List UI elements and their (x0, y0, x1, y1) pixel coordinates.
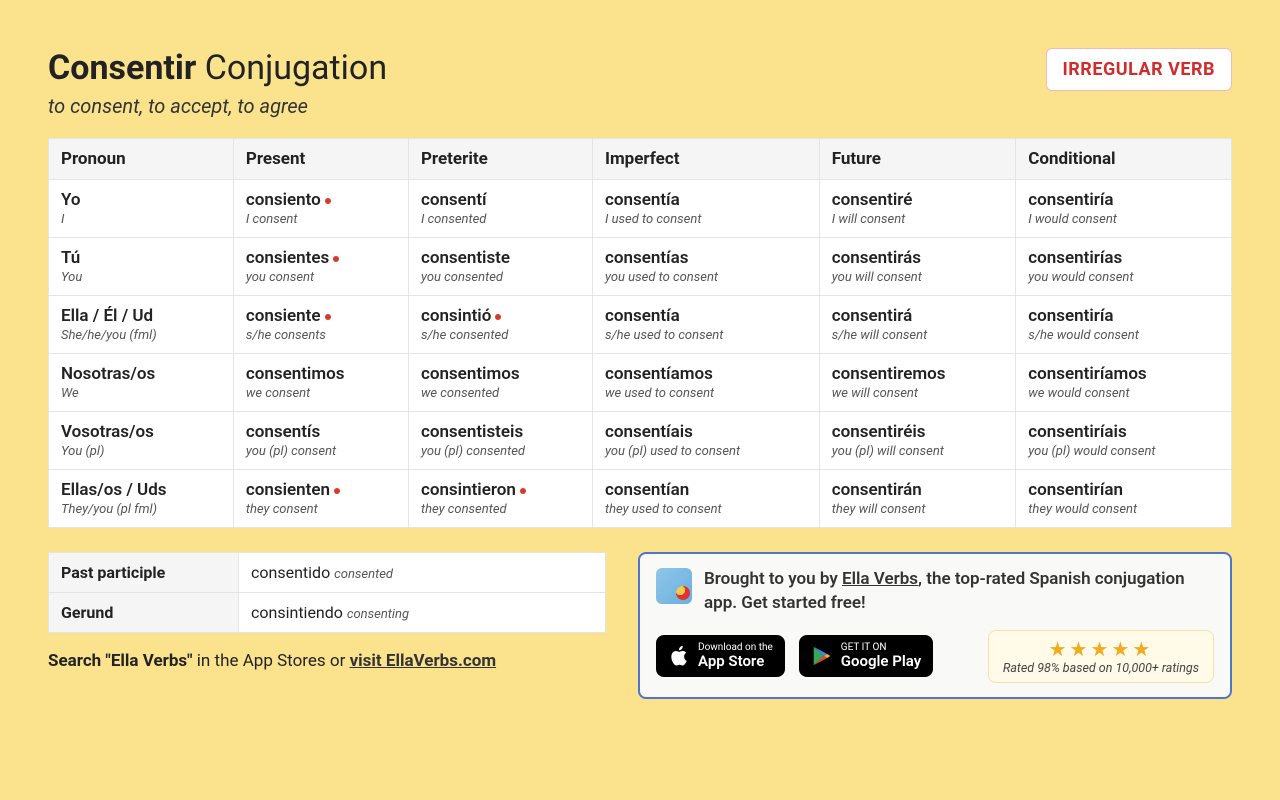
conjugation-cell: consientesyou consent (233, 238, 408, 296)
conjugation-cell: consintiós/he consented (408, 296, 592, 354)
promo-text: Brought to you by Ella Verbs, the top-ra… (704, 568, 1214, 616)
table-row: Ella / Él / UdShe/he/you (fml)consientes… (49, 296, 1232, 354)
conjugation-table: PronounPresentPreteriteImperfectFutureCo… (48, 138, 1232, 528)
app-icon (656, 568, 692, 604)
pronoun-cell: Vosotras/osYou (pl) (49, 412, 234, 470)
table-header: Future (819, 139, 1016, 180)
page-title: Consentir Conjugation (48, 48, 387, 88)
conjugation-cell: consientes/he consents (233, 296, 408, 354)
conjugation-cell: consentiríasyou would consent (1016, 238, 1232, 296)
visit-link[interactable]: visit EllaVerbs.com (350, 651, 497, 671)
search-note: Search "Ella Verbs" in the App Stores or… (48, 651, 606, 671)
conjugation-cell: consentíamoswe used to consent (592, 354, 819, 412)
table-row: TúYouconsientesyou consentconsentisteyou… (49, 238, 1232, 296)
irregular-dot-icon (325, 314, 331, 320)
participle-row: Past participleconsentido consented (49, 553, 606, 593)
conjugation-cell: consentiríamoswe would consent (1016, 354, 1232, 412)
conjugation-cell: consentisteyou consented (408, 238, 592, 296)
conjugation-cell: consentirásyou will consent (819, 238, 1016, 296)
conjugation-cell: consentisteisyou (pl) consented (408, 412, 592, 470)
conjugation-cell: consentiremoswe will consent (819, 354, 1016, 412)
conjugation-cell: consentíaisyou (pl) used to consent (592, 412, 819, 470)
participle-label: Past participle (49, 553, 239, 593)
conjugation-cell: consentiríaisyou (pl) would consent (1016, 412, 1232, 470)
conjugation-cell: consientoI consent (233, 180, 408, 238)
app-store-button[interactable]: Download on theApp Store (656, 635, 785, 677)
promo-link[interactable]: Ella Verbs (842, 569, 918, 589)
conjugation-cell: consentiréisyou (pl) will consent (819, 412, 1016, 470)
table-header: Pronoun (49, 139, 234, 180)
conjugation-cell: consentíaI used to consent (592, 180, 819, 238)
conjugation-cell: consentimoswe consent (233, 354, 408, 412)
apple-icon (668, 645, 690, 667)
pronoun-cell: TúYou (49, 238, 234, 296)
conjugation-cell: consentirías/he would consent (1016, 296, 1232, 354)
participles-table: Past participleconsentido consentedGerun… (48, 552, 606, 633)
table-header: Conditional (1016, 139, 1232, 180)
irregular-dot-icon (325, 198, 331, 204)
conjugation-cell: consentíI consented (408, 180, 592, 238)
conjugation-cell: consentías/he used to consent (592, 296, 819, 354)
participle-row: Gerundconsintiendo consenting (49, 593, 606, 633)
table-row: Nosotras/osWeconsentimoswe consentconsen… (49, 354, 1232, 412)
table-header: Imperfect (592, 139, 819, 180)
conjugation-cell: consentiránthey will consent (819, 470, 1016, 528)
conjugation-cell: consentiríaI would consent (1016, 180, 1232, 238)
participle-value: consentido consented (239, 553, 606, 593)
rating-box: ★★★★★ Rated 98% based on 10,000+ ratings (988, 630, 1214, 683)
conjugation-cell: consentimoswe consented (408, 354, 592, 412)
irregular-badge: IRREGULAR VERB (1046, 48, 1233, 91)
star-icons: ★★★★★ (1003, 637, 1199, 661)
irregular-dot-icon (334, 488, 340, 494)
table-row: Vosotras/osYou (pl)consentísyou (pl) con… (49, 412, 1232, 470)
conjugation-cell: consentiréI will consent (819, 180, 1016, 238)
page-subtitle: to consent, to accept, to agree (48, 94, 387, 118)
table-header: Present (233, 139, 408, 180)
conjugation-cell: consentíasyou used to consent (592, 238, 819, 296)
irregular-dot-icon (333, 256, 339, 262)
conjugation-cell: consentiríanthey would consent (1016, 470, 1232, 528)
irregular-dot-icon (495, 314, 501, 320)
irregular-dot-icon (520, 488, 526, 494)
pronoun-cell: Ellas/os / UdsThey/you (pl fml) (49, 470, 234, 528)
pronoun-cell: YoI (49, 180, 234, 238)
table-row: Ellas/os / UdsThey/you (pl fml)consiente… (49, 470, 1232, 528)
pronoun-cell: Nosotras/osWe (49, 354, 234, 412)
participle-value: consintiendo consenting (239, 593, 606, 633)
pronoun-cell: Ella / Él / UdShe/he/you (fml) (49, 296, 234, 354)
promo-box: Brought to you by Ella Verbs, the top-ra… (638, 552, 1232, 699)
conjugation-cell: consiententhey consent (233, 470, 408, 528)
conjugation-cell: consentísyou (pl) consent (233, 412, 408, 470)
conjugation-cell: consentirás/he will consent (819, 296, 1016, 354)
table-header: Preterite (408, 139, 592, 180)
conjugation-cell: consentíanthey used to consent (592, 470, 819, 528)
conjugation-cell: consintieronthey consented (408, 470, 592, 528)
play-icon (811, 645, 833, 667)
participle-label: Gerund (49, 593, 239, 633)
google-play-button[interactable]: GET IT ONGoogle Play (799, 635, 933, 677)
table-row: YoIconsientoI consentconsentíI consented… (49, 180, 1232, 238)
